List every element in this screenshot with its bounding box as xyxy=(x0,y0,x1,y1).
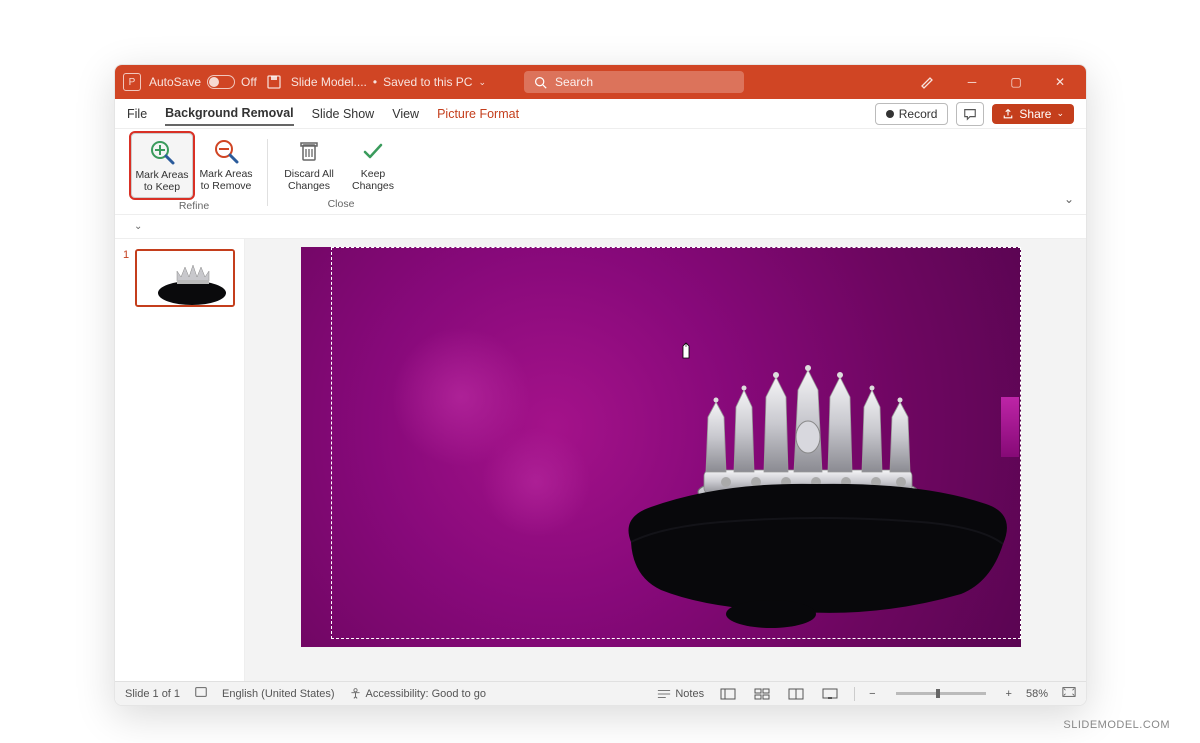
ribbon-toolbar: Mark Areas to Keep Mark Areas to Remove … xyxy=(115,129,1086,215)
record-dot-icon xyxy=(886,110,894,118)
mark-areas-to-keep-button[interactable]: Mark Areas to Keep xyxy=(131,133,193,198)
attribution-watermark: SLIDEMODEL.COM xyxy=(1063,719,1170,731)
save-state-text: Saved to this PC xyxy=(383,75,472,89)
discard-all-changes-button[interactable]: Discard All Changes xyxy=(278,133,340,196)
notes-button[interactable]: Notes xyxy=(657,688,704,700)
chevron-down-icon: ⌄ xyxy=(1056,108,1064,119)
discard-label: Discard All Changes xyxy=(280,168,338,192)
language-status[interactable]: English (United States) xyxy=(222,688,335,700)
share-label: Share xyxy=(1019,107,1051,121)
mark-keep-label: Mark Areas to Keep xyxy=(134,169,190,193)
autosave-toggle[interactable]: AutoSave Off xyxy=(149,75,257,89)
slideshow-view-button[interactable] xyxy=(820,686,840,702)
notes-icon xyxy=(657,688,671,700)
mark-keep-icon xyxy=(148,138,176,166)
zoom-out-button[interactable]: − xyxy=(869,688,875,700)
minimize-button[interactable]: ─ xyxy=(954,65,990,99)
zoom-level[interactable]: 58% xyxy=(1026,688,1048,700)
accessibility-status[interactable]: Accessibility: Good to go xyxy=(349,687,486,700)
quick-access-bar: ⌄ xyxy=(115,215,1086,239)
ribbon-collapse-button[interactable]: ⌄ xyxy=(1064,192,1074,206)
record-button[interactable]: Record xyxy=(875,103,949,125)
title-bar: P AutoSave Off Slide Model.... • Saved t… xyxy=(115,65,1086,99)
slide-canvas-area[interactable] xyxy=(245,239,1086,681)
share-button[interactable]: Share ⌄ xyxy=(992,104,1074,124)
qat-dropdown-icon[interactable]: ⌄ xyxy=(129,218,147,235)
slide-thumbnail-1[interactable] xyxy=(135,249,235,307)
close-button[interactable]: ✕ xyxy=(1042,65,1078,99)
share-icon xyxy=(1002,108,1014,120)
bokeh-blob xyxy=(481,427,591,537)
artifact-strip xyxy=(1001,397,1019,457)
thumbnail-number: 1 xyxy=(123,249,129,307)
keep-label: Keep Changes xyxy=(344,168,402,192)
fit-to-window-button[interactable] xyxy=(1062,686,1076,701)
mark-remove-icon xyxy=(212,137,240,165)
spellcheck-icon[interactable] xyxy=(194,685,208,702)
work-area: 1 xyxy=(115,239,1086,681)
doc-name-text: Slide Model.... xyxy=(291,75,367,89)
powerpoint-window: P AutoSave Off Slide Model.... • Saved t… xyxy=(114,64,1087,706)
status-bar: Slide 1 of 1 English (United States) Acc… xyxy=(115,681,1086,705)
mark-areas-to-remove-button[interactable]: Mark Areas to Remove xyxy=(195,133,257,198)
keep-icon xyxy=(359,137,387,165)
tab-view[interactable]: View xyxy=(392,103,419,125)
chevron-down-icon: ⌄ xyxy=(478,77,486,88)
record-label: Record xyxy=(899,107,938,121)
keep-changes-button[interactable]: Keep Changes xyxy=(342,133,404,196)
save-icon[interactable] xyxy=(265,73,283,91)
slide-position: Slide 1 of 1 xyxy=(125,688,180,700)
zoom-slider[interactable] xyxy=(896,692,986,695)
toggle-switch-icon xyxy=(207,75,235,89)
app-icon: P xyxy=(123,73,141,91)
autosave-label: AutoSave xyxy=(149,75,201,89)
group-refine-label: Refine xyxy=(179,200,209,212)
slide-sorter-view-button[interactable] xyxy=(752,686,772,702)
reading-view-button[interactable] xyxy=(786,686,806,702)
pen-input-icon[interactable] xyxy=(910,65,946,99)
group-close-label: Close xyxy=(328,198,355,210)
zoom-in-button[interactable]: + xyxy=(1006,688,1012,700)
ribbon-group-close: Discard All Changes Keep Changes Close xyxy=(268,133,414,212)
normal-view-button[interactable] xyxy=(718,686,738,702)
discard-icon xyxy=(295,137,323,165)
ribbon-group-refine: Mark Areas to Keep Mark Areas to Remove … xyxy=(121,133,267,212)
tab-slide-show[interactable]: Slide Show xyxy=(312,103,375,125)
maximize-button[interactable]: ▢ xyxy=(998,65,1034,99)
thumbnail-panel: 1 xyxy=(115,239,245,681)
mark-remove-label: Mark Areas to Remove xyxy=(197,168,255,192)
search-box[interactable]: Search xyxy=(524,71,744,93)
search-icon xyxy=(534,76,547,89)
search-placeholder: Search xyxy=(555,75,593,89)
document-title[interactable]: Slide Model.... • Saved to this PC ⌄ xyxy=(291,75,486,89)
ribbon-tabs: File Background Removal Slide Show View … xyxy=(115,99,1086,129)
accessibility-icon xyxy=(349,687,362,700)
slide-canvas[interactable] xyxy=(301,247,1021,647)
pillow-image xyxy=(621,472,1011,632)
pen-cursor-icon xyxy=(681,342,691,360)
tab-background-removal[interactable]: Background Removal xyxy=(165,102,294,126)
autosave-state: Off xyxy=(241,75,257,89)
tab-file[interactable]: File xyxy=(127,103,147,125)
tab-picture-format[interactable]: Picture Format xyxy=(437,103,519,125)
comments-button[interactable] xyxy=(956,102,984,126)
